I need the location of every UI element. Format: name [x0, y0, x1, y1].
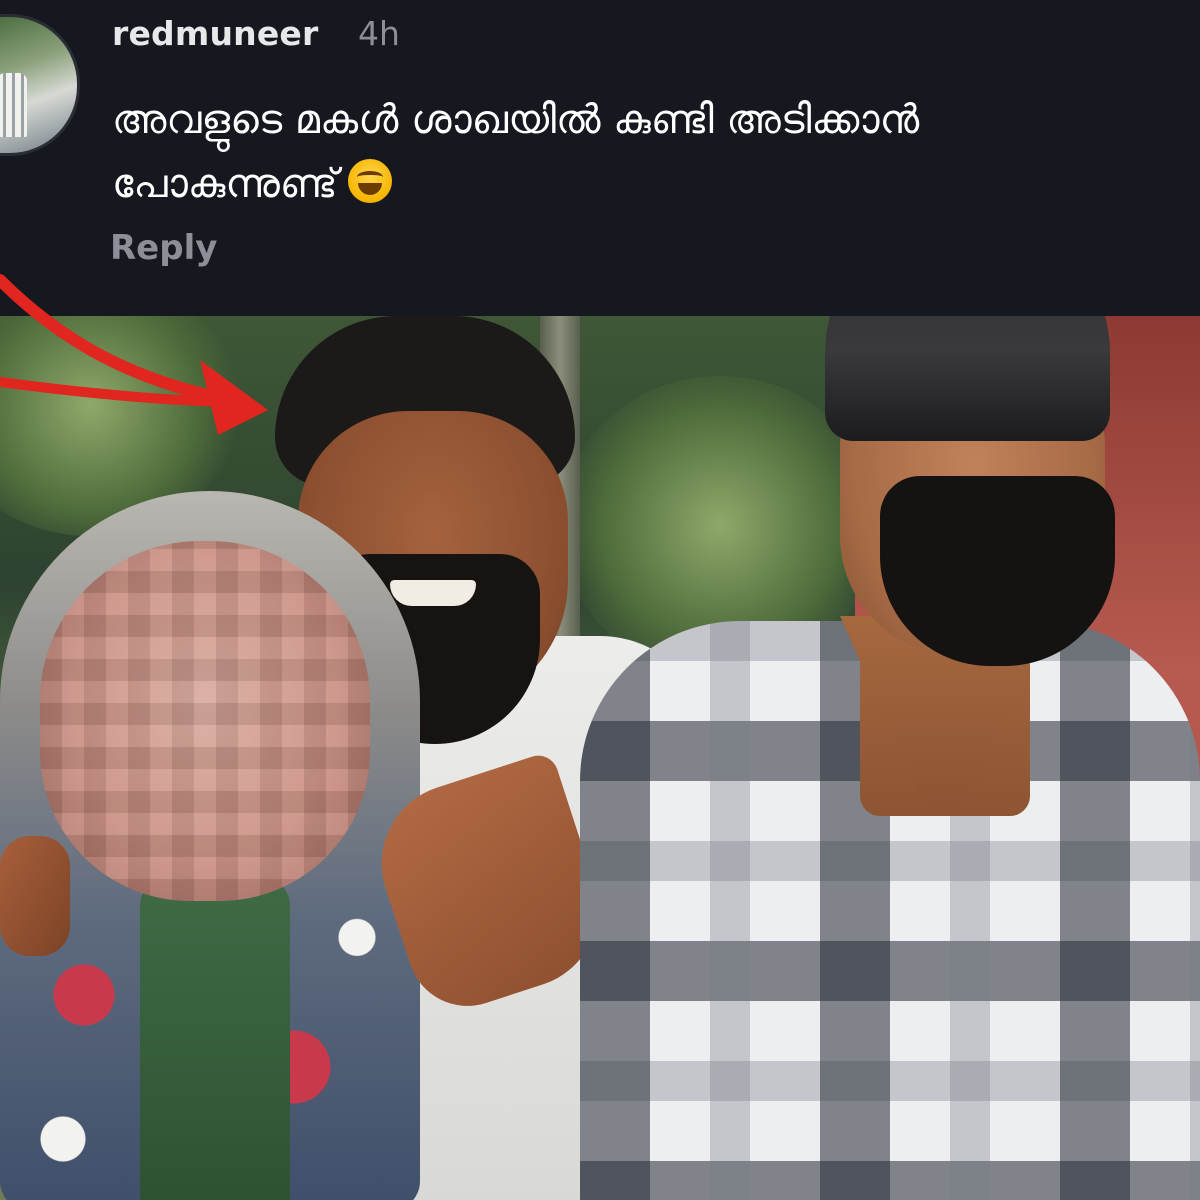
person-right-hair: [825, 316, 1110, 441]
post-photo: [0, 316, 1200, 1200]
pixelated-face: [40, 541, 370, 901]
comment-body: അവളുടെ മകൾ ശാഖയിൽ കുണ്ടി അടിക്കാൻ പോകുന്…: [112, 88, 1200, 216]
avatar[interactable]: [0, 14, 80, 156]
comment-timestamp: 4h: [358, 14, 400, 53]
red-arrow-icon: [0, 274, 268, 435]
comment-text-line-1: അവളുടെ മകൾ ശാഖയിൽ കുണ്ടി അടിക്കാൻ: [112, 97, 920, 143]
comment-username[interactable]: redmuneer: [112, 14, 319, 53]
comment-text-line-2: പോകുന്നുണ്ട്: [112, 152, 1200, 216]
person-center-hand: [0, 836, 70, 956]
avatar-figure: [0, 73, 27, 137]
laughing-emoji-icon: [347, 159, 392, 203]
person-center-smile: [390, 580, 476, 606]
comment-text-line-2-text: പോകുന്നുണ്ട്: [112, 161, 338, 207]
person-left-blouse: [140, 876, 290, 1200]
